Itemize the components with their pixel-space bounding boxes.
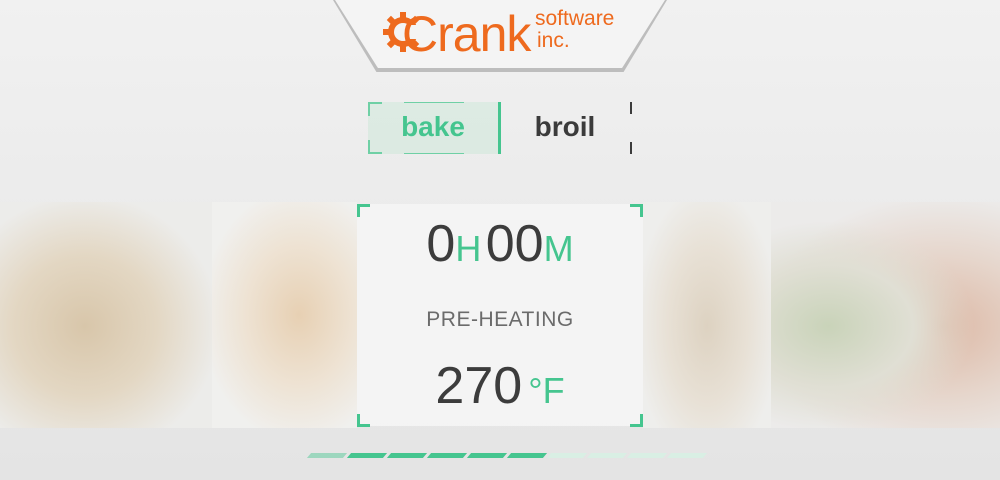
brand-name: Crank xyxy=(402,6,531,62)
temperature-value: 270 xyxy=(435,357,523,415)
temperature-unit: °F xyxy=(528,370,565,411)
mode-tab-bake[interactable]: bake xyxy=(368,102,498,154)
oven-status-label: PRE-HEATING xyxy=(426,308,574,331)
progress-segment xyxy=(586,453,628,458)
progress-segment xyxy=(546,453,588,458)
progress-segment xyxy=(466,453,508,458)
progress-segment xyxy=(426,453,468,458)
broil-bracket-bottom xyxy=(630,142,632,154)
cook-mode-switch: bake broil xyxy=(368,102,632,154)
cook-timer[interactable]: 0H 00M xyxy=(0,214,1000,274)
progress-segment xyxy=(506,453,548,458)
timer-hours: 0 xyxy=(426,215,456,273)
brand-sub-line2: inc. xyxy=(537,29,570,52)
progress-segment xyxy=(626,453,668,458)
brand-subtitle: software inc. xyxy=(535,8,614,52)
progress-segment xyxy=(306,453,348,458)
timer-minutes: 00 xyxy=(485,215,544,273)
preheat-progress xyxy=(305,453,708,459)
progress-segment xyxy=(666,453,708,458)
timer-minutes-unit: M xyxy=(543,228,574,269)
progress-segment xyxy=(346,453,388,458)
mode-tab-broil[interactable]: broil xyxy=(501,102,629,154)
brand-sub-line1: software xyxy=(535,7,615,30)
broil-bracket-top xyxy=(630,102,632,114)
timer-hours-unit: H xyxy=(455,228,482,269)
progress-segment xyxy=(386,453,428,458)
temperature-display[interactable]: 270 °F xyxy=(357,356,643,416)
